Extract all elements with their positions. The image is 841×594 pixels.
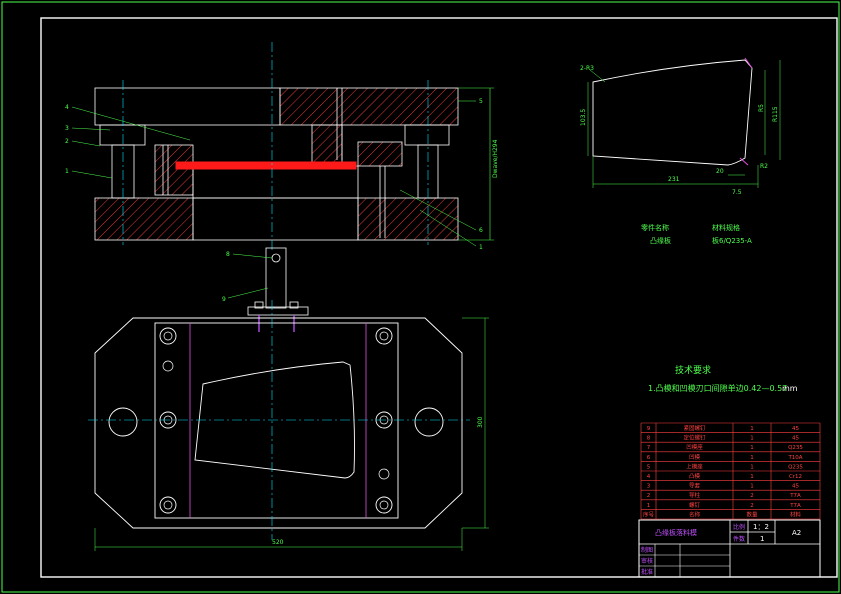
- bom-cell-mat: T10A: [787, 455, 802, 461]
- leader-5: 5: [479, 98, 483, 105]
- sheet-size: A2: [792, 529, 801, 537]
- bom-cell-mat: Q235: [788, 464, 803, 470]
- leader-1a: 1: [65, 168, 69, 175]
- bom-cell-no: 7: [647, 445, 651, 451]
- bom-cell-mat: Cr12: [789, 474, 802, 480]
- bom-cell-no: 5: [647, 464, 651, 470]
- leader-9: 9: [222, 296, 226, 303]
- dim-bottom: 231: [668, 176, 680, 183]
- bom-cell-no: 3: [647, 484, 651, 490]
- part-material: 板6/Q235-A: [712, 236, 752, 245]
- bom-cell-name: 导套: [689, 482, 701, 490]
- leader-8: 8: [226, 251, 230, 258]
- label-approve: 批准: [641, 568, 653, 576]
- bom-cell-mat: T7A: [789, 503, 801, 509]
- bom-cell-mat: 45: [792, 426, 799, 432]
- leader-1b: 1: [479, 244, 483, 251]
- bom-cell-qty: 2: [750, 503, 754, 509]
- dim-r115: R115: [772, 106, 779, 122]
- bom-cell-mat: 材料: [790, 510, 802, 518]
- bom-cell-no: 9: [647, 426, 651, 432]
- leader-4: 4: [65, 104, 69, 111]
- scale-value: 1：2: [753, 523, 769, 531]
- bom-cell-qty: 1: [750, 484, 754, 490]
- bom-cell-name: 导柱: [689, 491, 701, 499]
- bom-cell-qty: 1: [750, 464, 754, 470]
- bom-cell-qty: 数量: [746, 510, 758, 518]
- tech-unit: mm: [782, 384, 798, 393]
- cad-drawing: Dwave/H294 4 3 2 1 5 6 1 2-R3 103.5 R5 R…: [1, 1, 840, 593]
- tech-text: 1.凸模和凹模刃口间隙单边0.42—0.57: [648, 383, 787, 393]
- bom-cell-name: 凹模: [689, 453, 701, 461]
- dim-total-height: Dwave/H294: [492, 139, 499, 178]
- bom-cell-mat: 45: [792, 484, 799, 490]
- label-scale: 比例: [733, 523, 745, 531]
- title-text: 凸缘板落料模: [655, 528, 697, 537]
- bom-cell-qty: 1: [750, 426, 754, 432]
- bom-cell-no: 序号: [643, 510, 655, 518]
- label-qty: 件数: [733, 535, 745, 543]
- bom-cell-no: 8: [647, 436, 651, 442]
- leader-2: 2: [65, 138, 69, 145]
- bom-cell-name: 凹模座: [686, 443, 703, 451]
- dim-r5: R5: [758, 104, 765, 112]
- leader-3: 3: [65, 125, 69, 132]
- bom-cell-no: 4: [647, 474, 651, 480]
- bom-cell-name: 上模座: [686, 462, 703, 470]
- part-name: 凸缘板: [650, 236, 671, 245]
- bom-cell-mat: T7A: [789, 493, 801, 499]
- bom-cell-qty: 1: [750, 455, 754, 461]
- bom-cell-no: 1: [647, 503, 651, 509]
- bom-cell-no: 6: [647, 455, 651, 461]
- bom-cell-name: 凸模: [689, 472, 701, 480]
- bom-cell-name: 定位螺钉: [683, 434, 706, 442]
- workpiece-strip: [175, 161, 357, 170]
- bom-cell-name: 名称: [689, 510, 701, 518]
- part-profile: [587, 57, 781, 188]
- bom-table: 9 紧固螺钉 1 45 8 定位螺钉 1 45 7 凹模座 1 Q235 6 凹模 1 T10A 5 上模座 1 Q2…: [640, 422, 821, 520]
- bom-cell-name: 螺钉: [689, 501, 701, 509]
- dim-plan-height: 300: [477, 416, 484, 428]
- plan-view: [88, 247, 489, 551]
- bom-cell-qty: 1: [750, 445, 754, 451]
- bom-cell-qty: 2: [750, 493, 754, 499]
- bom-cell-mat: 45: [792, 436, 799, 442]
- part-material-header: 材料规格: [712, 223, 740, 232]
- bom-cell-qty: 1: [750, 436, 754, 442]
- section-view: [71, 42, 494, 250]
- label-draw: 制图: [641, 546, 653, 554]
- dim-small1: 20: [716, 168, 724, 175]
- leader-6: 6: [479, 227, 483, 234]
- dim-plan-width: 520: [272, 539, 284, 546]
- bom-cell-name: 紧固螺钉: [683, 424, 706, 432]
- part-name-header: 零件名称: [641, 223, 669, 232]
- tech-title: 技术要求: [675, 364, 711, 376]
- dim-small2: 7.5: [732, 189, 742, 196]
- bom-cell-no: 2: [647, 493, 651, 499]
- dim-2-r3: 2-R3: [580, 65, 594, 72]
- dim-r2: R2: [760, 163, 768, 170]
- dim-left-height: 103.5: [580, 109, 587, 126]
- bom-cell-qty: 1: [750, 474, 754, 480]
- label-check: 审核: [641, 557, 653, 565]
- bom-cell-mat: Q235: [788, 445, 803, 451]
- qty-value: 1: [760, 535, 764, 543]
